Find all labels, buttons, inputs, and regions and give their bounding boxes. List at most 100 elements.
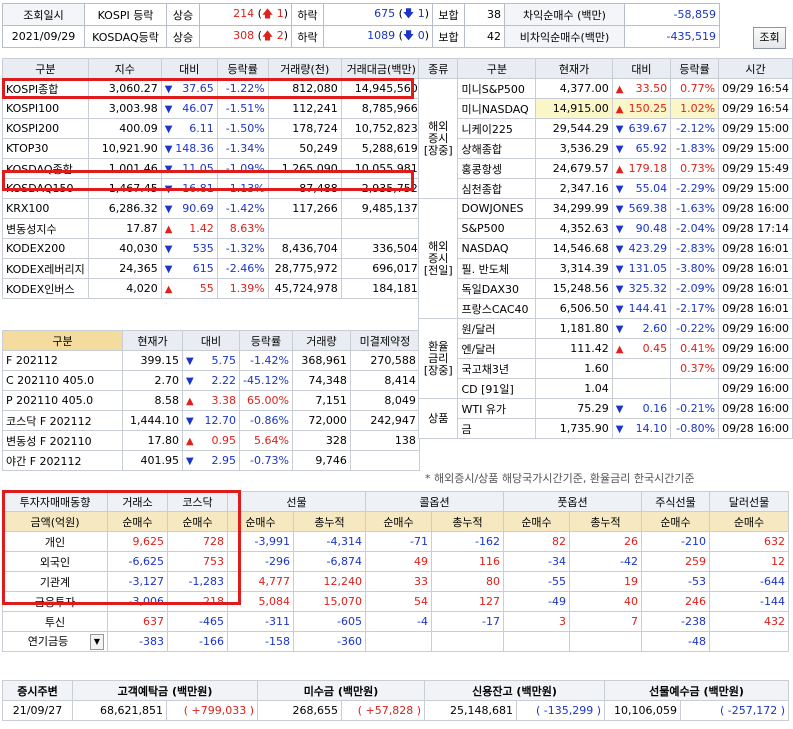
overseas-row[interactable]: 상품WTI 유가75.29 0.16-0.21%09/28 16:00 [417, 398, 793, 439]
index-change-value: 46.07 [182, 102, 214, 115]
index-row[interactable]: KRX1006,286.32 90.69-1.42%117,2669,485,13… [2, 198, 422, 219]
overseas-pct: 1.02% [670, 98, 720, 119]
futures-row[interactable]: P 202110 405.08.58 3.3865.00%7,1518,049 [2, 390, 420, 411]
investor-row[interactable]: 연기금등 ▼ -383 -166 -158 -360 -48 [2, 631, 789, 652]
overseas-change-value: 325.32 [628, 282, 668, 295]
investor-type: 금융투자 [2, 591, 108, 612]
index-amount [340, 218, 422, 239]
down-triangle-icon [616, 282, 624, 295]
index-change: 615 [160, 258, 218, 279]
index-change-value: 11.05 [182, 162, 214, 175]
index-row[interactable]: KOSDAQ종합1,001.46 11.05-1.09%1,265,09010,0… [2, 158, 422, 179]
investor-row[interactable]: 금융투자 -3,006 218 5,084 15,070 54 127 -49 40 246 -14… [2, 591, 789, 612]
investor-subheader: 순매수 [503, 511, 570, 532]
futures-row[interactable]: C 202110 405.02.70 2.22-45.12%74,3488,414 [2, 370, 420, 391]
futures-row[interactable]: 변동성 F 20211017.80 0.955.64%328138 [2, 430, 420, 451]
overseas-price: 34,299.99 [535, 198, 613, 219]
investor-value: 33 [365, 571, 432, 592]
index-pct: -1.32% [216, 238, 269, 259]
investor-value: -644 [709, 571, 789, 592]
futures-change: 2.95 [182, 450, 240, 471]
refresh-button[interactable]: 조회 [753, 27, 786, 49]
futures-pct: -1.42% [239, 350, 293, 371]
investor-row[interactable]: 투신 637 -465 -311 -605 -4 -17 3 7 -238 432 [2, 611, 789, 632]
overseas-row[interactable]: 국고채3년 1.60 0.37% 09/29 16:00 [419, 358, 793, 379]
index-row[interactable]: KOSPI종합3,060.27 37.65-1.22%812,08014,945,… [2, 78, 422, 99]
down-triangle-icon [165, 82, 173, 95]
col-put: 풋옵션 [503, 491, 642, 512]
index-value: 17.87 [87, 218, 162, 239]
investor-value: -210 [641, 531, 710, 552]
overseas-row[interactable]: 필. 반도체3,314.39 131.05-3.80%09/28 16:01 [419, 258, 793, 279]
index-row[interactable]: KOSPI200400.09 6.11-1.50%178,72410,752,82… [2, 118, 422, 139]
futures-pct: 65.00% [239, 390, 293, 411]
kosdaq-flat-count: 42 [464, 25, 505, 48]
futures-change-value: 12.70 [204, 414, 237, 427]
index-pct: -1.22% [216, 78, 269, 99]
futures-row[interactable]: F 202112399.15 5.75-1.42%368,961270,588 [2, 350, 420, 371]
index-row[interactable]: KODEX레버리지24,365 615-2.46%28,775,972696,01… [2, 258, 422, 279]
overseas-row[interactable]: 독일DAX3015,248.56 325.32-2.09%09/28 16:01 [419, 278, 793, 299]
investor-row[interactable]: 개인 9,625 728 -3,991 -4,314 -71 -162 82 26 -210 632 [2, 531, 789, 552]
index-row[interactable]: KOSDAQ1501,467.45 16.81-1.13%87,4882,935,… [2, 178, 422, 199]
overseas-row[interactable]: NASDAQ14,546.68 423.29-2.83%09/28 16:01 [419, 238, 793, 259]
futures-col-header: 등락률 [239, 330, 293, 351]
credit-header: 신용잔고 (백만원) [424, 680, 605, 701]
overseas-row[interactable]: 프랑스CAC406,506.50 144.41-2.17%09/28 16:01 [419, 298, 793, 319]
investor-value: -162 [431, 531, 504, 552]
overseas-row[interactable]: 상해종합3,536.29 65.92-1.83%09/29 15:00 [419, 138, 793, 159]
index-row[interactable]: KTOP3010,921.90 148.36-1.34%50,2495,288,6… [2, 138, 422, 159]
overseas-row[interactable]: CD [91일] 1.04 09/29 16:00 [419, 378, 793, 399]
futures-pct: -0.86% [239, 410, 293, 431]
futures-row[interactable]: 코스닥 F 2021121,444.10 12.70-0.86%72,000242… [2, 410, 420, 431]
index-amount: 696,017 [340, 258, 422, 279]
index-amount: 10,055,981 [340, 158, 422, 179]
overseas-row[interactable]: 미니NASDAQ14,915.00 150.251.02%09/29 16:54 [419, 98, 793, 119]
overseas-time: 09/28 16:00 [718, 398, 793, 419]
index-col-header: 구분 [2, 58, 89, 79]
down-triangle-icon [186, 354, 194, 367]
overseas-row[interactable]: 해외 증시 [장중]미니S&P5004,377.0033.500.77%09/2… [417, 78, 793, 199]
overseas-name: 프랑스CAC40 [457, 298, 537, 319]
investor-value: -71 [365, 531, 432, 552]
investor-value: 5,084 [227, 591, 294, 612]
overseas-change-value: 55.04 [635, 182, 668, 195]
index-name: 변동성지수 [2, 218, 89, 239]
overseas-row[interactable]: 환율 금리 [장중]원/달러1,181.802.60-0.22%09/29 16… [417, 318, 793, 399]
dropdown-arrow-icon[interactable]: ▼ [90, 634, 104, 650]
overseas-row[interactable]: 해외 증시 [전일]DOWJONES34,299.99569.38-1.63%0… [417, 198, 793, 319]
futures-row[interactable]: 야간 F 202112401.95 2.95-0.73%9,746 [2, 450, 420, 471]
overseas-pct: -2.12% [670, 118, 720, 139]
index-row[interactable]: KOSPI1003,003.98 46.07-1.51%112,2418,785,… [2, 98, 422, 119]
overseas-name: S&P500 [457, 218, 537, 239]
down-triangle-icon [616, 422, 624, 435]
overseas-row[interactable]: 홍콩항셍24,679.57 179.180.73%09/29 15:49 [419, 158, 793, 179]
down-triangle-icon [165, 182, 173, 195]
receivable-header: 미수금 (백만원) [257, 680, 425, 701]
futures-pct: 5.64% [239, 430, 293, 451]
index-row[interactable]: KODEX인버스4,020 551.39%45,724,978184,181 [2, 278, 422, 299]
index-row[interactable]: KODEX20040,030 535-1.32%8,436,704336,504 [2, 238, 422, 259]
index-row[interactable]: 변동성지수17.87 1.428.63% [2, 218, 422, 239]
investor-value: 12,240 [293, 571, 366, 592]
investor-value: 26 [569, 531, 642, 552]
investor-row[interactable]: 외국인 -6,625 753 -296 -6,874 49 116 -34 -42 259 12 [2, 551, 789, 572]
fall-label: 하락 [291, 25, 324, 48]
overseas-change: 33.50 [611, 78, 672, 99]
overseas-row[interactable]: 금1,735.90 14.10-0.80%09/28 16:00 [419, 418, 793, 439]
overseas-row[interactable]: 니케이22529,544.29 639.67-2.12%09/29 15:00 [419, 118, 793, 139]
overseas-pct: -2.17% [670, 298, 720, 319]
index-volume: 8,436,704 [267, 238, 342, 259]
overseas-row[interactable]: 심천종합2,347.16 55.04-2.29%09/29 15:00 [419, 178, 793, 199]
overseas-row[interactable]: S&P5004,352.63 90.48-2.04%09/28 17:14 [419, 218, 793, 239]
investor-row[interactable]: 기관계 -3,127 -1,283 4,777 12,240 33 80 -55 19 -53 -6… [2, 571, 789, 592]
overseas-change-value: 639.67 [628, 122, 668, 135]
investor-value: 82 [503, 531, 570, 552]
investor-value: -238 [641, 611, 710, 632]
index-change-value: 535 [192, 242, 214, 255]
down-triangle-icon [616, 222, 624, 235]
col-stock-futures: 주식선물 [641, 491, 710, 512]
overseas-row[interactable]: 엔/달러111.42 0.450.41%09/29 16:00 [419, 338, 793, 359]
investor-value: 246 [641, 591, 710, 612]
futures-name: C 202110 405.0 [2, 370, 123, 391]
